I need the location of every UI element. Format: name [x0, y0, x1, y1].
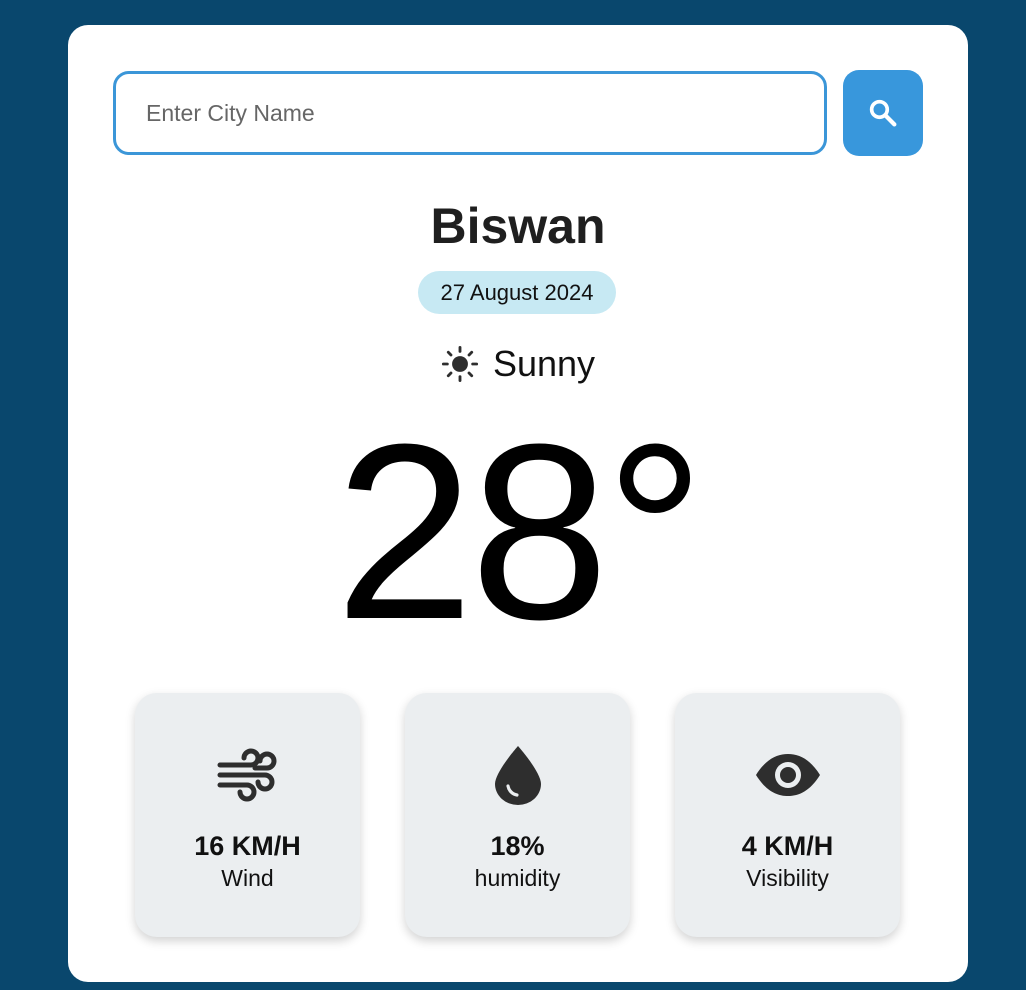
temperature: 28° [334, 392, 705, 671]
visibility-stat-card: 4 KM/H Visibility [675, 693, 900, 937]
weather-card: Biswan 27 August 2024 Sunny 28° [68, 25, 968, 982]
wind-stat-card: 16 KM/H Wind [135, 693, 360, 937]
visibility-value: 4 KM/H [741, 831, 834, 861]
weather-condition: Sunny [68, 343, 968, 385]
humidity-stat-card: 18% humidity [405, 693, 630, 937]
search-icon [866, 96, 900, 130]
search-button[interactable] [843, 70, 923, 156]
date-badge: 27 August 2024 [418, 271, 616, 314]
eye-icon [675, 741, 900, 809]
humidity-drop-icon [405, 741, 630, 809]
city-search-input[interactable] [113, 71, 827, 155]
sun-icon [441, 345, 479, 383]
condition-label: Sunny [492, 343, 596, 384]
visibility-label: Visibility [746, 865, 829, 891]
wind-label: Wind [221, 865, 274, 891]
wind-icon [135, 741, 360, 809]
humidity-value: 18% [490, 831, 545, 861]
city-name: Biswan [430, 198, 606, 254]
wind-value: 16 KM/H [194, 831, 301, 861]
humidity-label: humidity [474, 865, 561, 891]
